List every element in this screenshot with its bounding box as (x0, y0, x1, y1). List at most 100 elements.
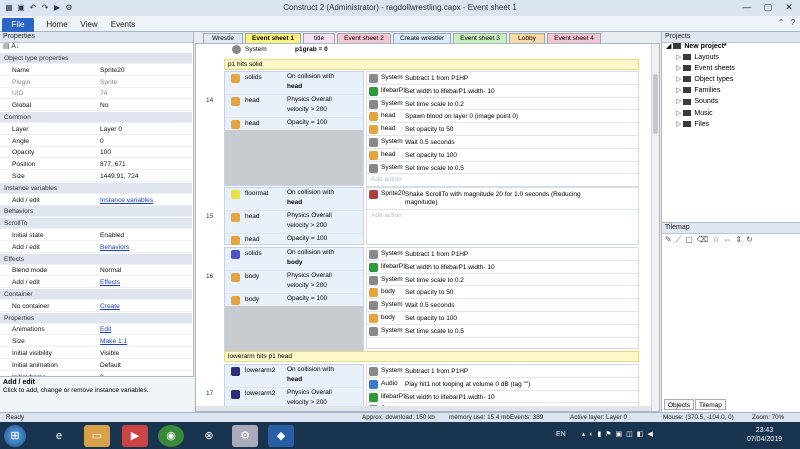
action-row[interactable]: System Subtract 1 from P1HP (367, 248, 638, 261)
start-button[interactable]: ⊞ (4, 425, 26, 447)
sort-alpha-icon[interactable]: A↓ (11, 43, 19, 50)
chevron-up-icon[interactable]: ⌃ (776, 18, 786, 28)
event-conditions[interactable]: solids On collision with body body Physics O… (224, 247, 364, 357)
project-folder[interactable]: ▷ Files (676, 120, 709, 130)
flip-icon[interactable]: ⇕ (735, 235, 746, 244)
property-row[interactable]: Plugin Sprite (0, 77, 192, 88)
action-row[interactable]: body Set opacity to 50 (367, 286, 638, 300)
property-row[interactable]: Opacity 100 (0, 147, 192, 159)
property-row[interactable]: Initial state Enabled (0, 230, 192, 241)
sheet-tab[interactable]: title (303, 33, 335, 43)
project-folder[interactable]: ▷ Music (676, 109, 713, 119)
property-row[interactable]: Position 877, 671 (0, 159, 192, 171)
expand-icon[interactable]: ▷ (676, 110, 681, 117)
tab-objects[interactable]: Objects (664, 399, 695, 410)
property-row[interactable]: Size 1449.91, 724 (0, 171, 192, 182)
sheet-tab[interactable]: Event sheet 2 (337, 33, 391, 43)
action-row[interactable]: Sprite20 Shake ScrollTo with magnitude 20… (367, 188, 638, 210)
expand-icon[interactable]: ▷ (676, 54, 681, 61)
rotate-icon[interactable]: ↻ (746, 235, 757, 244)
expand-icon[interactable]: ▷ (676, 98, 681, 105)
project-folder[interactable]: ▷ Event sheets (676, 64, 735, 74)
scrollbar-thumb[interactable] (653, 74, 658, 134)
sheet-tab[interactable]: Event sheet 4 (547, 33, 601, 43)
add-action-link[interactable]: Add action (367, 210, 638, 223)
condition-row[interactable]: solids On collision with head (225, 72, 363, 95)
action-row[interactable]: lifebarP1 Set width to lifebarP1.width- 1… (367, 391, 638, 404)
construct-icon[interactable]: ◆ (268, 425, 294, 447)
horizontal-scrollbar[interactable] (196, 406, 651, 411)
action-row[interactable]: Audio Play hit1 not looping at volume 0 d… (367, 378, 638, 391)
property-row[interactable]: UID 74 (0, 88, 192, 100)
comment-row[interactable]: p1 hits solid (224, 59, 639, 70)
property-row[interactable]: Blend mode Normal (0, 265, 192, 277)
maximize-icon[interactable]: ▢ (757, 1, 779, 14)
property-link[interactable]: Behaviors (100, 242, 129, 252)
media-icon[interactable]: ▶ (122, 425, 148, 447)
settings-icon[interactable]: ⚙ (232, 425, 258, 447)
event-conditions[interactable]: solids On collision with head head Physics O… (224, 71, 364, 186)
condition-row[interactable]: body Physics Overall velocity > 200 (225, 271, 363, 294)
action-row[interactable]: System Set time scale to 0.5 (367, 162, 638, 175)
property-row[interactable]: Add / edit Instance variables (0, 195, 192, 206)
property-link[interactable]: Effects (100, 277, 120, 287)
action-row[interactable]: head Spawn blood on layer 0 (image point … (367, 110, 638, 124)
language-indicator[interactable]: EN (556, 431, 566, 438)
action-row[interactable]: System Wait 0.5 seconds (367, 136, 638, 149)
property-row[interactable]: Layer Layer 0 (0, 124, 192, 135)
categorized-icon[interactable]: ▤ (3, 43, 10, 50)
eraser-icon[interactable]: ⌫ (697, 235, 712, 244)
tab-view[interactable]: View (74, 18, 104, 32)
property-row[interactable]: No container Create (0, 301, 192, 312)
chrome-icon[interactable]: ◉ (158, 425, 184, 447)
line-icon[interactable]: ⟋ (676, 235, 686, 244)
clock[interactable]: 23:43 07/04/2019 (747, 426, 782, 444)
system-condition-row[interactable]: System p1grab = 0 (232, 44, 532, 56)
property-row[interactable]: Size Make 1:1 (0, 336, 192, 348)
action-row[interactable]: SystemSet time scale to 0.2 (367, 98, 638, 111)
property-row[interactable]: Angle 0 (0, 136, 192, 147)
expand-icon[interactable]: ▷ (676, 121, 681, 128)
project-folder[interactable]: ▷ Families (676, 86, 720, 96)
project-root[interactable]: ◢ New project* (666, 42, 727, 52)
condition-row[interactable]: head Opacity = 100 (225, 234, 363, 248)
close-icon[interactable]: ✕ (778, 1, 800, 14)
action-row[interactable]: body Set opacity to 100 (367, 312, 638, 325)
add-action-link[interactable]: Add action (367, 174, 638, 187)
condition-row[interactable]: floormat On collision with head (225, 188, 363, 211)
event-conditions[interactable]: floormat On collision with head head Physics… (224, 187, 364, 248)
expand-icon[interactable]: ▷ (676, 65, 681, 72)
property-link[interactable]: Make 1:1 (100, 336, 127, 346)
tab-file[interactable]: File (2, 18, 34, 32)
star-icon[interactable]: ☆ (712, 235, 723, 244)
sheet-tab[interactable]: Lobby (509, 33, 545, 43)
sheet-tab[interactable]: Wrestle (203, 33, 243, 43)
property-row[interactable]: Initial visibility Visible (0, 348, 192, 359)
event-actions[interactable]: System Subtract 1 from P1HP lifebarP1 Set w… (366, 71, 639, 187)
expand-icon[interactable]: ▷ (676, 76, 681, 83)
action-row[interactable]: lifebarP1 Set width to lifebarP1.width- 1… (367, 85, 638, 98)
tab-home[interactable]: Home (40, 18, 74, 32)
project-folder[interactable]: ▷ Sounds (676, 97, 718, 107)
action-row[interactable]: System Subtract 1 from P1HP (367, 365, 638, 378)
action-row[interactable]: head Set opacity to 50 (367, 123, 638, 136)
mirror-icon[interactable]: ⇔ (723, 235, 735, 244)
condition-row[interactable]: lowerarm2 On collision with head (225, 365, 363, 388)
sheet-tab[interactable]: Event sheet 3 (453, 33, 507, 43)
event-conditions[interactable]: lowerarm2 On collision with head lowerarm2 P… (224, 364, 364, 411)
property-row[interactable]: Animations Edit (0, 324, 192, 336)
action-row[interactable]: SystemSet time scale to 0.2 (367, 274, 638, 287)
action-row[interactable]: System Subtract 1 from P1HP (367, 72, 638, 85)
condition-row[interactable]: head Physics Overall velocity > 200 (225, 211, 363, 234)
property-link[interactable]: Create (100, 301, 120, 311)
property-row[interactable]: Add / edit Effects (0, 277, 192, 289)
condition-row[interactable]: solids On collision with body (225, 248, 363, 271)
project-folder[interactable]: ▷ Layouts (676, 53, 719, 63)
action-row[interactable]: lifebarP1 Set width to lifebarP1.width- 1… (367, 261, 638, 274)
ie-icon[interactable]: e (46, 425, 72, 447)
project-folder[interactable]: ▷ Object types (676, 75, 733, 85)
pencil-icon[interactable]: ✎ (665, 235, 676, 244)
property-row[interactable]: Add / edit Behaviors (0, 242, 192, 253)
property-row[interactable]: Name Sprite20 (0, 65, 192, 76)
tray-icons[interactable]: ▴◐▮⚑▣◫◧◀ (582, 431, 657, 438)
